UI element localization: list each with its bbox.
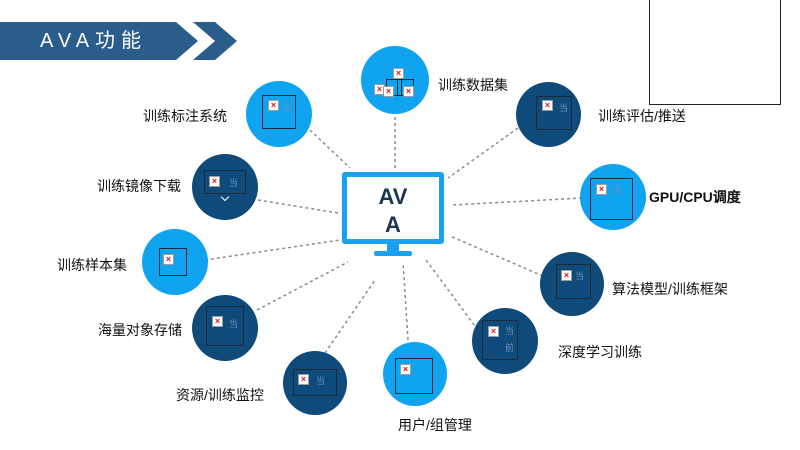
node-label-eval-push: 训练评估/推送 xyxy=(598,108,686,124)
broken-image-icon: × xyxy=(393,68,404,79)
broken-image-icon: × xyxy=(542,100,553,111)
link-storage xyxy=(256,261,349,311)
placeholder-glyph: 当 xyxy=(283,102,293,112)
node-label-sample-set: 训练样本集 xyxy=(57,257,127,273)
monitor-label-line2: A xyxy=(385,212,401,237)
broken-image-icon: × xyxy=(163,254,174,265)
broken-image-icon: × xyxy=(596,184,607,195)
link-image-download xyxy=(257,199,339,214)
placeholder-glyph: 当 xyxy=(316,376,326,386)
placeholder-glyph: 当 xyxy=(559,103,569,113)
node-label-gpu-cpu: GPU/CPU调度 xyxy=(649,189,741,205)
placeholder-glyph: 当 xyxy=(613,185,623,195)
node-label-labeling: 训练标注系统 xyxy=(143,108,227,124)
placeholder-glyph: 当 xyxy=(229,178,239,188)
node-label-dataset: 训练数据集 xyxy=(438,77,508,93)
link-user-group xyxy=(402,261,409,341)
broken-image-icon: × xyxy=(212,316,223,327)
broken-image-icon: × xyxy=(488,326,499,337)
node-label-storage: 海量对象存储 xyxy=(98,322,182,338)
link-labeling xyxy=(309,129,351,169)
link-eval-push xyxy=(447,127,519,179)
placeholder-glyph: 当 xyxy=(229,319,239,329)
link-deep-learning xyxy=(425,259,479,331)
placeholder-glyph: 当 xyxy=(505,326,515,336)
link-algo-framework xyxy=(449,235,544,277)
broken-image-icon: × xyxy=(561,270,572,281)
broken-image-icon: × xyxy=(400,364,411,375)
node-label-user-group: 用户/组管理 xyxy=(398,417,472,433)
node-label-resource-monitor: 资源/训练监控 xyxy=(176,387,264,403)
broken-image-icon: × xyxy=(403,86,414,97)
node-label-deep-learning: 深度学习训练 xyxy=(558,344,642,360)
broken-image-icon: × xyxy=(298,374,309,385)
broken-image-icon: × xyxy=(209,176,220,187)
broken-image-icon: × xyxy=(268,100,279,111)
placeholder-glyph: 前 xyxy=(505,343,515,353)
node-label-algo-framework: 算法模型/训练框架 xyxy=(612,281,728,297)
monitor-base xyxy=(374,251,412,256)
ava-monitor-icon: AV A xyxy=(342,172,444,244)
placeholder-glyph: 当 xyxy=(575,271,585,281)
node-label-image-download: 训练镜像下载 xyxy=(97,178,181,194)
link-resource-monitor xyxy=(324,279,376,354)
broken-image-icon: × xyxy=(383,86,394,97)
link-gpu-cpu xyxy=(451,197,583,206)
link-sample-set xyxy=(204,239,341,261)
monitor-label-line1: AV xyxy=(378,184,408,209)
